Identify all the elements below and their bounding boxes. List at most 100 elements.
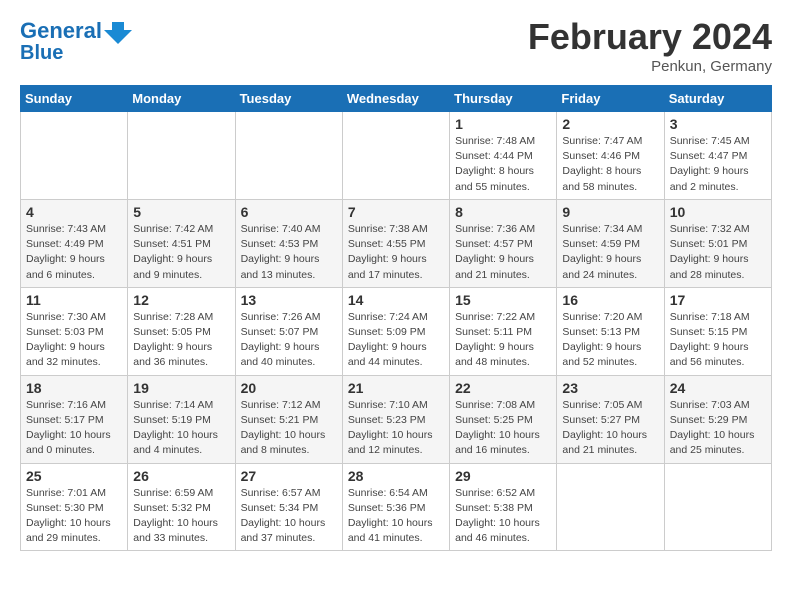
day-info: Sunrise: 7:42 AM Sunset: 4:51 PM Dayligh… bbox=[133, 222, 229, 283]
day-info: Sunrise: 7:16 AM Sunset: 5:17 PM Dayligh… bbox=[26, 398, 122, 459]
day-number: 16 bbox=[562, 292, 658, 308]
day-number: 12 bbox=[133, 292, 229, 308]
calendar-cell bbox=[342, 112, 449, 200]
calendar-cell: 19 Sunrise: 7:14 AM Sunset: 5:19 PM Dayli… bbox=[128, 375, 235, 463]
day-number: 11 bbox=[26, 292, 122, 308]
logo-arrow-icon bbox=[102, 16, 132, 46]
day-info: Sunrise: 6:52 AM Sunset: 5:38 PM Dayligh… bbox=[455, 486, 551, 547]
day-info: Sunrise: 7:38 AM Sunset: 4:55 PM Dayligh… bbox=[348, 222, 444, 283]
day-number: 3 bbox=[670, 116, 766, 132]
calendar-cell: 16 Sunrise: 7:20 AM Sunset: 5:13 PM Dayli… bbox=[557, 287, 664, 375]
weekday-wednesday: Wednesday bbox=[342, 86, 449, 112]
day-info: Sunrise: 7:45 AM Sunset: 4:47 PM Dayligh… bbox=[670, 134, 766, 195]
logo-blue: Blue bbox=[20, 42, 63, 64]
day-info: Sunrise: 7:30 AM Sunset: 5:03 PM Dayligh… bbox=[26, 310, 122, 371]
day-number: 24 bbox=[670, 380, 766, 396]
day-info: Sunrise: 7:22 AM Sunset: 5:11 PM Dayligh… bbox=[455, 310, 551, 371]
calendar-cell: 2Sunrise: 7:47 AM Sunset: 4:46 PM Daylig… bbox=[557, 112, 664, 200]
day-number: 9 bbox=[562, 204, 658, 220]
day-number: 1 bbox=[455, 116, 551, 132]
day-number: 17 bbox=[670, 292, 766, 308]
calendar-cell: 5 Sunrise: 7:42 AM Sunset: 4:51 PM Daylig… bbox=[128, 199, 235, 287]
day-number: 7 bbox=[348, 204, 444, 220]
calendar-cell: 8 Sunrise: 7:36 AM Sunset: 4:57 PM Daylig… bbox=[450, 199, 557, 287]
day-info: Sunrise: 7:28 AM Sunset: 5:05 PM Dayligh… bbox=[133, 310, 229, 371]
day-number: 10 bbox=[670, 204, 766, 220]
day-number: 20 bbox=[241, 380, 337, 396]
day-info: Sunrise: 6:59 AM Sunset: 5:32 PM Dayligh… bbox=[133, 486, 229, 547]
day-info: Sunrise: 7:26 AM Sunset: 5:07 PM Dayligh… bbox=[241, 310, 337, 371]
calendar-cell: 25Sunrise: 7:01 AM Sunset: 5:30 PM Dayli… bbox=[21, 463, 128, 551]
calendar-cell: 29 Sunrise: 6:52 AM Sunset: 5:38 PM Dayli… bbox=[450, 463, 557, 551]
calendar-table: SundayMondayTuesdayWednesdayThursdayFrid… bbox=[20, 85, 772, 551]
day-number: 6 bbox=[241, 204, 337, 220]
day-info: Sunrise: 7:10 AM Sunset: 5:23 PM Dayligh… bbox=[348, 398, 444, 459]
day-info: Sunrise: 7:05 AM Sunset: 5:27 PM Dayligh… bbox=[562, 398, 658, 459]
calendar-cell: 12 Sunrise: 7:28 AM Sunset: 5:05 PM Dayli… bbox=[128, 287, 235, 375]
day-info: Sunrise: 7:18 AM Sunset: 5:15 PM Dayligh… bbox=[670, 310, 766, 371]
page: General Blue February 2024 Penkun, Germa… bbox=[0, 0, 792, 567]
day-number: 26 bbox=[133, 468, 229, 484]
weekday-friday: Friday bbox=[557, 86, 664, 112]
calendar-cell: 23 Sunrise: 7:05 AM Sunset: 5:27 PM Dayli… bbox=[557, 375, 664, 463]
week-row-2: 11 Sunrise: 7:30 AM Sunset: 5:03 PM Dayli… bbox=[21, 287, 772, 375]
calendar-cell: 14 Sunrise: 7:24 AM Sunset: 5:09 PM Dayli… bbox=[342, 287, 449, 375]
day-info: Sunrise: 7:08 AM Sunset: 5:25 PM Dayligh… bbox=[455, 398, 551, 459]
calendar-cell bbox=[557, 463, 664, 551]
calendar-body: 1 Sunrise: 7:48 AM Sunset: 4:44 PM Daylig… bbox=[21, 112, 772, 551]
calendar-cell: 24 Sunrise: 7:03 AM Sunset: 5:29 PM Dayli… bbox=[664, 375, 771, 463]
day-number: 18 bbox=[26, 380, 122, 396]
calendar-cell bbox=[21, 112, 128, 200]
title-block: February 2024 Penkun, Germany bbox=[528, 16, 772, 75]
calendar-cell: 18 Sunrise: 7:16 AM Sunset: 5:17 PM Dayli… bbox=[21, 375, 128, 463]
weekday-row: SundayMondayTuesdayWednesdayThursdayFrid… bbox=[21, 86, 772, 112]
calendar-cell bbox=[235, 112, 342, 200]
day-number: 28 bbox=[348, 468, 444, 484]
day-info: Sunrise: 7:48 AM Sunset: 4:44 PM Dayligh… bbox=[455, 134, 551, 195]
weekday-sunday: Sunday bbox=[21, 86, 128, 112]
day-number: 27 bbox=[241, 468, 337, 484]
weekday-thursday: Thursday bbox=[450, 86, 557, 112]
day-number: 4 bbox=[26, 204, 122, 220]
day-number: 13 bbox=[241, 292, 337, 308]
calendar-cell bbox=[128, 112, 235, 200]
day-info: Sunrise: 7:14 AM Sunset: 5:19 PM Dayligh… bbox=[133, 398, 229, 459]
calendar-cell: 9Sunrise: 7:34 AM Sunset: 4:59 PM Daylig… bbox=[557, 199, 664, 287]
day-info: Sunrise: 7:36 AM Sunset: 4:57 PM Dayligh… bbox=[455, 222, 551, 283]
day-info: Sunrise: 7:24 AM Sunset: 5:09 PM Dayligh… bbox=[348, 310, 444, 371]
day-number: 23 bbox=[562, 380, 658, 396]
day-number: 29 bbox=[455, 468, 551, 484]
calendar-cell: 15 Sunrise: 7:22 AM Sunset: 5:11 PM Dayli… bbox=[450, 287, 557, 375]
day-info: Sunrise: 7:03 AM Sunset: 5:29 PM Dayligh… bbox=[670, 398, 766, 459]
day-number: 2 bbox=[562, 116, 658, 132]
calendar-cell: 1 Sunrise: 7:48 AM Sunset: 4:44 PM Daylig… bbox=[450, 112, 557, 200]
calendar-cell: 6 Sunrise: 7:40 AM Sunset: 4:53 PM Daylig… bbox=[235, 199, 342, 287]
calendar-cell: 28Sunrise: 6:54 AM Sunset: 5:36 PM Dayli… bbox=[342, 463, 449, 551]
day-number: 5 bbox=[133, 204, 229, 220]
calendar-cell bbox=[664, 463, 771, 551]
week-row-1: 4 Sunrise: 7:43 AM Sunset: 4:49 PM Daylig… bbox=[21, 199, 772, 287]
day-number: 8 bbox=[455, 204, 551, 220]
location: Penkun, Germany bbox=[528, 58, 772, 75]
day-info: Sunrise: 6:57 AM Sunset: 5:34 PM Dayligh… bbox=[241, 486, 337, 547]
day-number: 19 bbox=[133, 380, 229, 396]
day-number: 15 bbox=[455, 292, 551, 308]
calendar-cell: 21 Sunrise: 7:10 AM Sunset: 5:23 PM Dayli… bbox=[342, 375, 449, 463]
calendar-cell: 22Sunrise: 7:08 AM Sunset: 5:25 PM Dayli… bbox=[450, 375, 557, 463]
calendar-cell: 7 Sunrise: 7:38 AM Sunset: 4:55 PM Daylig… bbox=[342, 199, 449, 287]
calendar-cell: 11 Sunrise: 7:30 AM Sunset: 5:03 PM Dayli… bbox=[21, 287, 128, 375]
calendar-cell: 20Sunrise: 7:12 AM Sunset: 5:21 PM Dayli… bbox=[235, 375, 342, 463]
day-number: 21 bbox=[348, 380, 444, 396]
logo-general: General bbox=[20, 18, 102, 43]
calendar-cell: 17 Sunrise: 7:18 AM Sunset: 5:15 PM Dayli… bbox=[664, 287, 771, 375]
day-info: Sunrise: 7:43 AM Sunset: 4:49 PM Dayligh… bbox=[26, 222, 122, 283]
day-number: 14 bbox=[348, 292, 444, 308]
day-info: Sunrise: 7:40 AM Sunset: 4:53 PM Dayligh… bbox=[241, 222, 337, 283]
week-row-3: 18 Sunrise: 7:16 AM Sunset: 5:17 PM Dayli… bbox=[21, 375, 772, 463]
day-info: Sunrise: 7:20 AM Sunset: 5:13 PM Dayligh… bbox=[562, 310, 658, 371]
calendar-cell: 4 Sunrise: 7:43 AM Sunset: 4:49 PM Daylig… bbox=[21, 199, 128, 287]
week-row-4: 25Sunrise: 7:01 AM Sunset: 5:30 PM Dayli… bbox=[21, 463, 772, 551]
weekday-tuesday: Tuesday bbox=[235, 86, 342, 112]
logo-text: General bbox=[20, 19, 102, 43]
day-info: Sunrise: 7:32 AM Sunset: 5:01 PM Dayligh… bbox=[670, 222, 766, 283]
